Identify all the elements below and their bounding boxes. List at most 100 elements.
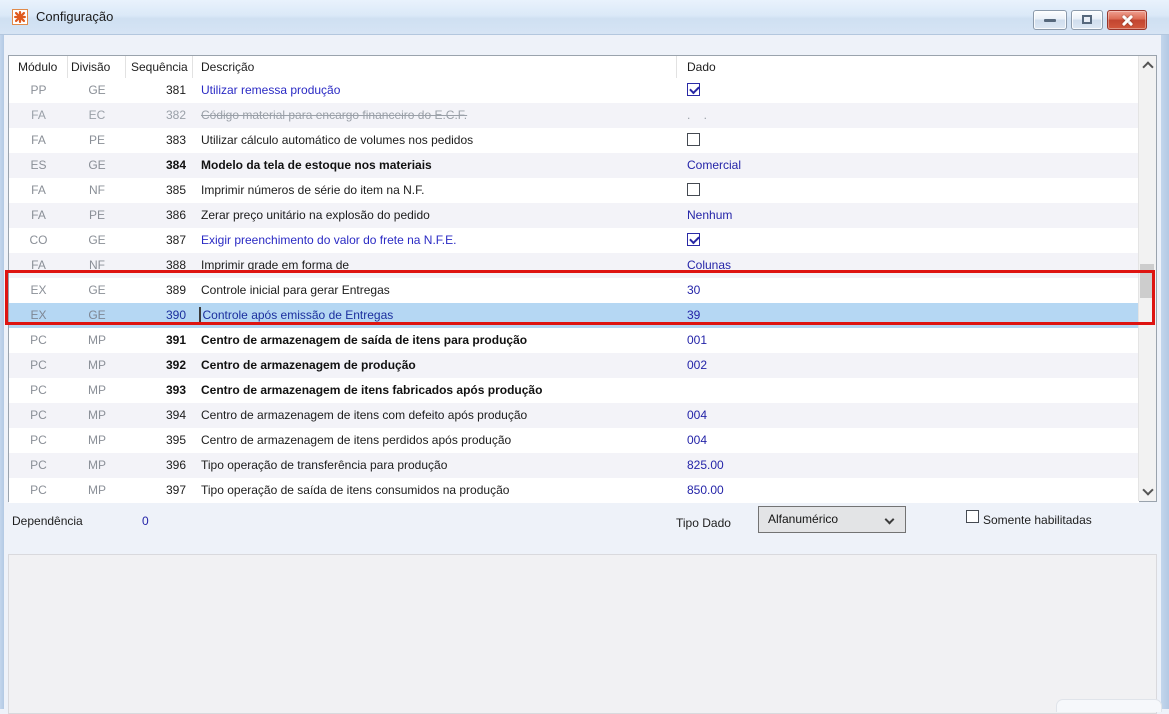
cell-descricao: Utilizar cálculo automático de volumes n… — [201, 133, 474, 147]
cell-dado-value: 30 — [687, 283, 701, 297]
close-button[interactable] — [1107, 10, 1147, 30]
table-row[interactable]: FA PE 386 Zerar preço unitário na explosão … — [9, 203, 1139, 228]
cell-descricao: Controle após emissão de Entregas — [193, 303, 677, 328]
somente-habilitadas-label: Somente habilitadas — [983, 513, 1092, 527]
cell-dado-value: 004 — [687, 408, 708, 422]
minimize-button[interactable] — [1033, 10, 1067, 30]
table-row[interactable]: PP GE 381 Utilizar remessa produção — [9, 78, 1139, 103]
table-row[interactable]: ES GE 384 Modelo da tela de estoque nos mat… — [9, 153, 1139, 178]
cell-descricao: Utilizar remessa produção — [201, 83, 341, 97]
chevron-up-icon — [1141, 61, 1154, 73]
table-row[interactable]: FA NF 385 Imprimir números de série do item… — [9, 178, 1139, 203]
cell-divisao: MP — [88, 433, 106, 447]
cell-divisao: GE — [88, 83, 106, 97]
vertical-scrollbar[interactable] — [1138, 56, 1156, 501]
row-checkbox[interactable] — [687, 133, 700, 147]
table-row[interactable]: CO GE 387 Exigir preenchimento do valor do … — [9, 228, 1139, 253]
scrollbar-thumb[interactable] — [1140, 264, 1154, 298]
window-border-left — [0, 34, 4, 709]
cell-modulo: PC — [30, 433, 47, 447]
cell-divisao: MP — [88, 408, 106, 422]
cell-modulo: PC — [30, 408, 47, 422]
cell-modulo: PC — [30, 358, 47, 372]
cell-dado — [677, 378, 1139, 403]
cell-sequencia: 392 — [165, 358, 186, 372]
tipo-dado-label: Tipo Dado — [676, 516, 731, 530]
somente-habilitadas-checkbox[interactable] — [966, 510, 979, 523]
cell-dado: Nenhum — [677, 203, 1139, 228]
table-row[interactable]: FA PE 383 Utilizar cálculo automático de vo… — [9, 128, 1139, 153]
cell-divisao: MP — [88, 358, 106, 372]
cell-dado: 850.00 — [677, 478, 1139, 503]
table-row[interactable]: PC MP 394 Centro de armazenagem de itens co… — [9, 403, 1139, 428]
cell-divisao: MP — [88, 383, 106, 397]
table-row[interactable]: PC MP 393 Centro de armazenagem de itens fa… — [9, 378, 1139, 403]
cell-divisao: GE — [88, 308, 106, 322]
cell-modulo: EX — [30, 308, 47, 322]
table-row[interactable]: FA EC 382 Código material para encargo fina… — [9, 103, 1139, 128]
row-checkbox[interactable] — [687, 83, 700, 97]
cell-dado: 004 — [677, 403, 1139, 428]
cell-dado: . . — [677, 103, 1139, 128]
window-controls — [1033, 10, 1147, 30]
cell-dado-value: 850.00 — [687, 483, 724, 497]
cell-modulo: FA — [31, 258, 46, 272]
cell-sequencia: 396 — [165, 458, 186, 472]
text-cursor — [199, 307, 201, 323]
cell-modulo: PC — [30, 383, 47, 397]
tipo-dado-select[interactable]: Alfanumérico — [758, 506, 906, 533]
cell-sequencia: 390 — [165, 308, 186, 322]
cell-dado: 825.00 — [677, 453, 1139, 478]
table-row[interactable]: PC MP 397 Tipo operação de saída de itens c… — [9, 478, 1139, 503]
cell-modulo: ES — [30, 158, 47, 172]
cell-dado-value: 001 — [687, 333, 708, 347]
cell-descricao: Controle inicial para gerar Entregas — [201, 283, 390, 297]
detail-panel — [8, 554, 1157, 714]
table-row[interactable]: FA NF 388 Imprimir grade em forma de Colunas — [9, 253, 1139, 278]
row-checkbox[interactable] — [687, 233, 700, 247]
cell-divisao: MP — [88, 458, 106, 472]
tipo-dado-selected-value: Alfanumérico — [768, 512, 839, 526]
row-checkbox[interactable] — [687, 183, 700, 197]
table-row[interactable]: PC MP 392 Centro de armazenagem de produção… — [9, 353, 1139, 378]
cell-sequencia: 393 — [165, 383, 186, 397]
maximize-button[interactable] — [1071, 10, 1103, 30]
cell-divisao: NF — [89, 183, 105, 197]
column-header-divisao[interactable]: Divisão — [68, 56, 126, 78]
cell-descricao: Código material para encargo financeiro … — [201, 108, 468, 122]
table-row[interactable]: PC MP 395 Centro de armazenagem de itens pe… — [9, 428, 1139, 453]
config-table: Módulo Divisão Sequência Descrição Dado … — [8, 55, 1157, 503]
cell-descricao: Centro de armazenagem de itens perdidos … — [201, 433, 512, 447]
table-row[interactable]: EX GE 390 Controle após emissão de Entregas… — [9, 303, 1139, 328]
cell-descricao: Imprimir números de série do item na N.F… — [201, 183, 425, 197]
title-bar[interactable]: Configuração — [0, 0, 1169, 35]
cell-descricao: Centro de armazenagem de itens fabricado… — [201, 383, 543, 397]
cell-sequencia: 388 — [165, 258, 186, 272]
column-header-sequencia[interactable]: Sequência — [126, 56, 193, 78]
window-border-right — [1161, 34, 1169, 709]
check-icon — [689, 84, 700, 95]
cell-sequencia: 386 — [165, 208, 186, 222]
cell-divisao: PE — [88, 208, 105, 222]
config-table-body: PP GE 381 Utilizar remessa produção FA EC 382 C… — [9, 78, 1139, 503]
cell-descricao: Modelo da tela de estoque nos materiais — [201, 158, 432, 172]
cell-sequencia: 389 — [165, 283, 186, 297]
column-header-modulo[interactable]: Módulo — [9, 56, 68, 78]
cell-modulo: FA — [31, 133, 46, 147]
column-header-descricao[interactable]: Descrição — [193, 56, 677, 78]
table-row[interactable]: PC MP 396 Tipo operação de transferência pa… — [9, 453, 1139, 478]
cell-sequencia: 382 — [165, 108, 186, 122]
table-row[interactable]: PC MP 391 Centro de armazenagem de saída de… — [9, 328, 1139, 353]
cell-modulo: PP — [30, 83, 47, 97]
cell-dado-value: Nenhum — [687, 208, 733, 222]
cell-divisao: EC — [88, 108, 106, 122]
cell-descricao: Tipo operação de saída de itens consumid… — [201, 483, 510, 497]
scroll-up-button[interactable] — [1139, 57, 1156, 74]
cell-descricao: Exigir preenchimento do valor do frete n… — [201, 233, 457, 247]
scroll-down-button[interactable] — [1139, 483, 1156, 500]
cell-modulo: FA — [31, 208, 46, 222]
column-header-dado[interactable]: Dado — [677, 56, 1139, 78]
cell-sequencia: 394 — [165, 408, 186, 422]
table-row[interactable]: EX GE 389 Controle inicial para gerar Entre… — [9, 278, 1139, 303]
cell-descricao: Centro de armazenagem de saída de itens … — [201, 333, 528, 347]
